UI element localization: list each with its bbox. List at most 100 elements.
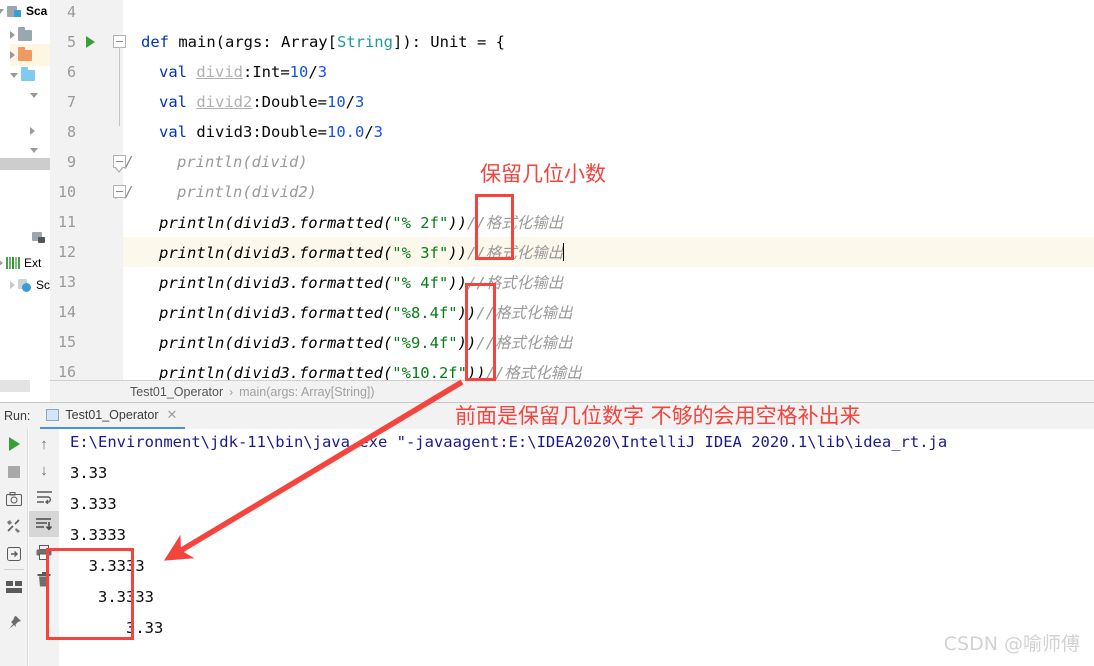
code-line[interactable]: val divid3:Double=10.0/3	[123, 117, 1094, 147]
breadcrumb-class[interactable]: Test01_Operator	[130, 385, 223, 399]
code-line[interactable]: val divid:Int=10/3	[123, 57, 1094, 87]
code-line-text: def main(args: Array[String]): Unit = {	[141, 33, 505, 51]
chevron-right-icon	[10, 281, 15, 289]
code-line[interactable]: println(divid3.formatted("% 4f"))//格式化输出	[123, 267, 1094, 297]
code-line-text: println(divid3.formatted("%8.4f"))//格式化输…	[159, 301, 572, 323]
code-token: String	[336, 33, 393, 51]
project-item-folder-orange[interactable]	[10, 44, 50, 66]
code-token: 10	[289, 63, 309, 81]
project-item-module-icon-row[interactable]	[32, 227, 50, 249]
console-line: 3.333	[70, 495, 117, 513]
code-line[interactable]: val divid2:Double=10/3	[123, 87, 1094, 117]
code-token: 10.0	[326, 123, 365, 141]
scroll-to-end-button[interactable]	[29, 511, 59, 537]
layout-button[interactable]	[0, 574, 28, 600]
code-line[interactable]: //println(divid2)	[115, 177, 1094, 207]
chevron-right-icon	[10, 31, 15, 39]
pin-button[interactable]	[0, 609, 28, 635]
console-line: E:\Environment\jdk-11\bin\java.exe "-jav…	[70, 433, 948, 451]
code-token: "%10.2f"	[392, 364, 467, 380]
project-item-module[interactable]: Sca	[0, 0, 47, 22]
scroll-down-button[interactable]: ↓	[29, 457, 59, 483]
gutter-line[interactable]: 11	[50, 207, 123, 237]
breadcrumb[interactable]: Test01_Operator › main(args: Array[Strin…	[50, 380, 1094, 402]
soft-wrap-button[interactable]	[29, 484, 59, 510]
code-token: ))	[448, 244, 467, 262]
gutter-line[interactable]: 13	[50, 267, 123, 297]
gutter-line[interactable]: 8	[50, 117, 123, 147]
code-line-text: val divid3:Double=10.0/3	[159, 123, 383, 141]
line-number: 10	[57, 183, 76, 201]
fold-collapse-icon[interactable]	[113, 185, 126, 198]
code-line[interactable]: println(divid3.formatted("% 2f"))//格式化输出	[123, 207, 1094, 237]
code-line[interactable]: //println(divid)	[115, 147, 1094, 177]
gutter-line[interactable]: 6	[50, 57, 123, 87]
scroll-up-button[interactable]: ↑	[29, 431, 59, 457]
code-line-text: println(divid2)	[177, 183, 317, 201]
run-toolbar-left[interactable]	[0, 429, 28, 666]
code-line-text: println(divid3.formatted("%9.4f"))//格式化输…	[159, 331, 572, 353]
line-number: 4	[66, 3, 76, 21]
console-output[interactable]: E:\Environment\jdk-11\bin\java.exe "-jav…	[60, 429, 1094, 666]
gutter-line[interactable]: 7	[50, 87, 123, 117]
export-button[interactable]	[0, 541, 28, 567]
project-item-folder-blue[interactable]	[10, 64, 39, 86]
run-tab-test01-operator[interactable]: Test01_Operator ✕	[40, 403, 186, 429]
rerun-button[interactable]	[0, 431, 28, 457]
gutter-line[interactable]: 15	[50, 327, 123, 357]
project-item-scratches[interactable]: Scr	[10, 274, 50, 296]
run-gutter-icon[interactable]	[86, 36, 95, 48]
code-line-text: val divid2:Double=10/3	[159, 93, 364, 111]
code-token: /	[345, 93, 355, 111]
gutter-line[interactable]: 16	[50, 357, 123, 380]
line-number: 9	[66, 153, 76, 171]
chevron-down-icon	[30, 92, 38, 98]
fold-collapse-icon[interactable]	[113, 35, 126, 48]
code-line[interactable]: def main(args: Array[String]): Unit = {	[123, 27, 1094, 57]
screenshot-button[interactable]	[0, 486, 28, 512]
code-line[interactable]: println(divid3.formatted("% 3f"))//格式化输出	[123, 237, 1094, 267]
project-item-label: Ext	[24, 256, 42, 270]
run-tool-window: Run: Test01_Operator ✕ ↑ ↓ E:\Environmen…	[0, 402, 1094, 666]
code-token: (args: Array[	[215, 33, 337, 51]
folder-blue-icon	[21, 66, 35, 81]
editor-code-area[interactable]: def main(args: Array[String]): Unit = { v…	[115, 0, 1094, 380]
gutter-line[interactable]: 10	[50, 177, 126, 207]
text-caret	[563, 243, 565, 261]
code-line[interactable]	[123, 0, 1094, 27]
breadcrumb-method[interactable]: main(args: Array[String])	[239, 385, 374, 399]
restore-layout-button[interactable]	[0, 513, 28, 539]
annotation-box-decimal-digits	[475, 194, 514, 260]
folder-orange-icon	[18, 46, 32, 61]
code-line-text: println(divid)	[177, 153, 308, 171]
watermark: CSDN @喻师傅	[943, 633, 1080, 655]
soft-wrap-icon	[36, 491, 52, 504]
code-line[interactable]: println(divid3.formatted("%10.2f"))//格式化…	[123, 357, 1094, 380]
gutter-line[interactable]: 5	[50, 27, 126, 57]
gutter-line[interactable]: 9	[50, 147, 126, 177]
project-item-folder-grey[interactable]	[10, 24, 36, 46]
close-icon[interactable]: ✕	[167, 407, 178, 423]
fold-collapse-icon[interactable]	[113, 155, 126, 173]
arrow-down-icon: ↓	[40, 461, 48, 479]
code-token: println(divid3.formatted(	[159, 244, 393, 262]
code-token: val	[159, 63, 197, 81]
console-line: 3.33	[70, 464, 108, 482]
line-number: 7	[66, 93, 76, 111]
gutter-line[interactable]: 12	[50, 237, 123, 267]
project-tool-window[interactable]: Sca Ext Sc	[0, 0, 50, 380]
code-token: 3	[317, 63, 328, 81]
code-editor[interactable]: def main(args: Array[String]): Unit = { v…	[50, 0, 1094, 380]
code-token: divid3	[196, 123, 253, 141]
code-token: :Double=	[252, 123, 327, 141]
stop-button[interactable]	[0, 459, 28, 485]
project-item-nested-1[interactable]	[30, 84, 41, 106]
code-line[interactable]: println(divid3.formatted("%9.4f"))//格式化输…	[123, 327, 1094, 357]
run-label: Run:	[4, 409, 31, 423]
code-line[interactable]: println(divid3.formatted("%8.4f"))//格式化输…	[123, 297, 1094, 327]
project-item-external-libraries[interactable]: Ext	[0, 252, 41, 274]
gutter-line[interactable]: 14	[50, 297, 123, 327]
gutter-line[interactable]: 4	[50, 0, 123, 27]
project-horizontal-scrollbar[interactable]	[0, 158, 50, 170]
code-token: 3	[373, 123, 383, 141]
